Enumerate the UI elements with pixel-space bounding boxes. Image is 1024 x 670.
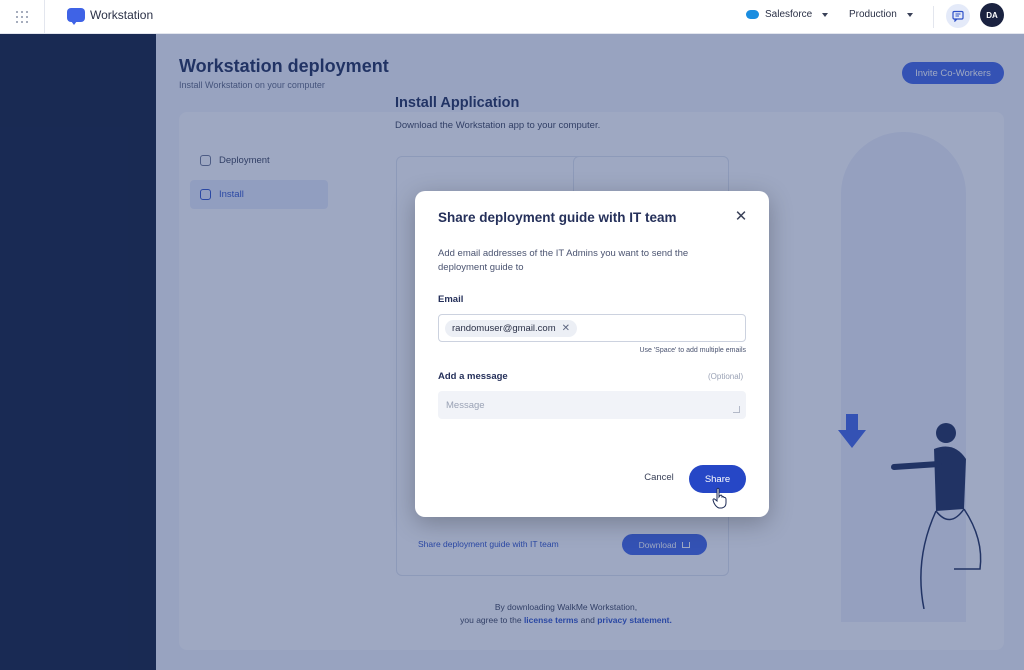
message-label: Add a message [438,371,508,382]
environment-selector[interactable]: Production [849,9,913,20]
optional-tag: (Optional) [708,372,744,381]
feedback-button[interactable] [946,4,970,28]
message-field[interactable] [438,391,746,419]
cancel-button[interactable]: Cancel [637,470,681,486]
chevron-down-icon [906,12,913,17]
salesforce-cloud-icon [746,10,759,19]
remove-chip-icon[interactable]: ✕ [562,323,570,334]
environment-name: Production [849,9,897,20]
grid-icon [16,11,28,23]
email-chip: randomuser@gmail.com ✕ [445,320,578,337]
divider [933,6,934,28]
brand: Workstation [67,8,154,25]
avatar[interactable]: DA [980,3,1004,27]
chevron-down-icon [822,12,829,17]
system-selector[interactable]: Salesforce [746,9,829,20]
share-guide-dialog: Share deployment guide with IT team ✕ Ad… [415,191,769,517]
app-name: Workstation [90,8,154,22]
email-chip-text: randomuser@gmail.com [452,323,556,334]
hand-cursor-icon [712,487,727,509]
app-launcher-button[interactable] [0,0,45,34]
resize-handle-icon[interactable] [733,406,740,413]
top-bar: Workstation Salesforce Production DA [0,0,1024,34]
email-field[interactable]: randomuser@gmail.com ✕ [438,314,746,342]
workstation-logo-icon [67,8,85,25]
feedback-icon [952,10,964,22]
dialog-title: Share deployment guide with IT team [438,210,677,225]
close-icon[interactable]: ✕ [733,209,749,225]
email-hint: Use 'Space' to add multiple emails [639,347,746,354]
dialog-description: Add email addresses of the IT Admins you… [438,248,689,273]
system-name: Salesforce [765,9,813,20]
email-label: Email [438,294,464,305]
